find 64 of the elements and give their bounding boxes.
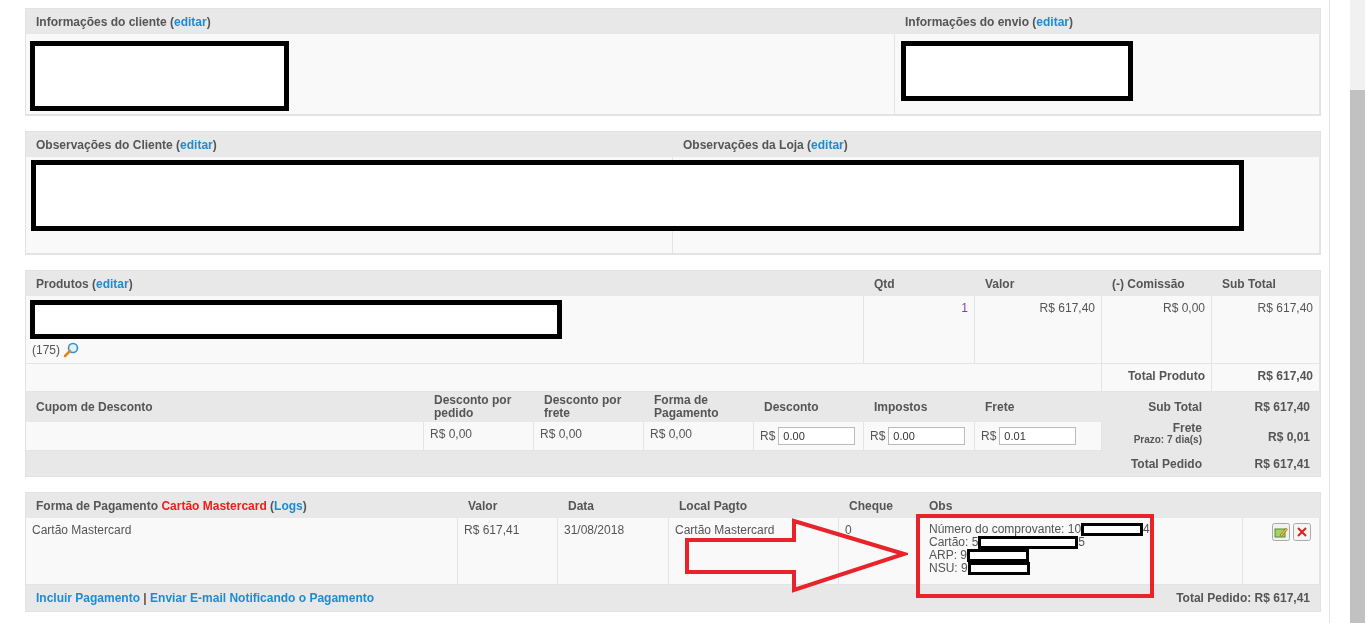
amount-field[interactable]: 0.00	[888, 427, 966, 445]
section-title: Observações da Loja (editar)	[673, 132, 1320, 157]
section-title: Informações do envio (editar)	[895, 9, 1320, 34]
column-header: Sub Total	[1212, 271, 1320, 296]
table-cell: R$ 0,00	[424, 422, 534, 451]
edit-icon[interactable]	[1272, 523, 1290, 541]
column-header: Impostos	[864, 392, 975, 422]
column-header: Desconto por pedido	[424, 392, 534, 422]
edit-link[interactable]: editar	[811, 138, 844, 152]
total-value: R$ 617,41	[1212, 451, 1320, 476]
section-title: Produtos (editar)	[26, 271, 864, 296]
product-code: (175)	[32, 343, 60, 357]
table-cell: R$ 617,40	[975, 296, 1102, 364]
column-header: Desconto	[754, 392, 864, 422]
edit-link[interactable]: Incluir Pagamento	[36, 591, 141, 605]
column-header: Desconto por frete	[534, 392, 644, 422]
amount-field[interactable]: 0.00	[778, 427, 856, 445]
table-cell: R$ 0,00	[534, 422, 644, 451]
payment-note: NSU: 9	[929, 562, 1232, 575]
column-header: Valor	[458, 493, 558, 518]
table-cell: 1	[864, 296, 975, 364]
payment-note: Cartão: 5 5	[929, 536, 1087, 549]
table-cell: 31/08/2018	[558, 518, 669, 585]
table-cell: R$ 617,40	[1212, 296, 1320, 364]
column-header: Cheque	[839, 493, 919, 518]
total-value: R$ 617,40	[1212, 392, 1320, 422]
total-value: R$ 0,01	[1212, 422, 1320, 451]
column-header: Qtd	[864, 271, 975, 296]
edit-link[interactable]: editar	[1036, 15, 1070, 29]
section-title: Observações do Cliente (editar)	[26, 132, 673, 157]
column-header: Cupom de Desconto	[26, 392, 424, 422]
amount-field[interactable]: 0.01	[999, 427, 1077, 445]
column-header: Data	[558, 493, 669, 518]
edit-link[interactable]: Enviar E-mail Notificando o Pagamento	[150, 591, 375, 605]
total-label: Frete	[1171, 422, 1202, 434]
delete-icon[interactable]	[1293, 523, 1311, 541]
total-label: Total Produto	[1102, 364, 1212, 392]
table-cell: R$ 0,00	[644, 422, 754, 451]
table-cell: R$ 617,41	[458, 518, 558, 585]
payment-links: Incluir Pagamento | Enviar E-mail Notificando o Pagamento	[36, 591, 375, 605]
currency-label: R$	[870, 429, 886, 443]
edit-link[interactable]: Logs	[274, 499, 303, 513]
table-cell: R$ 0,00	[1102, 296, 1212, 364]
edit-link[interactable]: editar	[96, 277, 129, 291]
column-header: Frete	[975, 392, 1102, 422]
column-header: (-) Comissão	[1102, 271, 1212, 296]
section-title: Forma de Pagamento Cartão Mastercard (Logs)	[26, 493, 458, 518]
edit-link[interactable]: editar	[180, 138, 213, 152]
total-label: Total Pedido	[1102, 451, 1212, 476]
delivery-time: Prazo: 7 dia(s)	[1132, 434, 1202, 446]
payment-note: ARP: 9	[929, 549, 1232, 562]
edit-link[interactable]: editar	[174, 15, 207, 29]
total-value: R$ 617,40	[1212, 364, 1320, 392]
section-title: Informações do cliente (editar)	[26, 9, 895, 34]
column-header: Local Pagto	[669, 493, 839, 518]
table-cell: Cartão Mastercard	[26, 518, 458, 585]
currency-label: R$	[981, 429, 997, 443]
column-header: Valor	[975, 271, 1102, 296]
payment-note: Número do comprovante: 10 4	[929, 523, 1151, 536]
currency-label: R$	[760, 429, 776, 443]
total-label: Sub Total	[1102, 392, 1212, 422]
order-total: Total Pedido: R$ 617,41	[1176, 591, 1310, 605]
search-icon[interactable]	[63, 342, 79, 358]
column-header: Forma de Pagamento	[644, 392, 754, 422]
